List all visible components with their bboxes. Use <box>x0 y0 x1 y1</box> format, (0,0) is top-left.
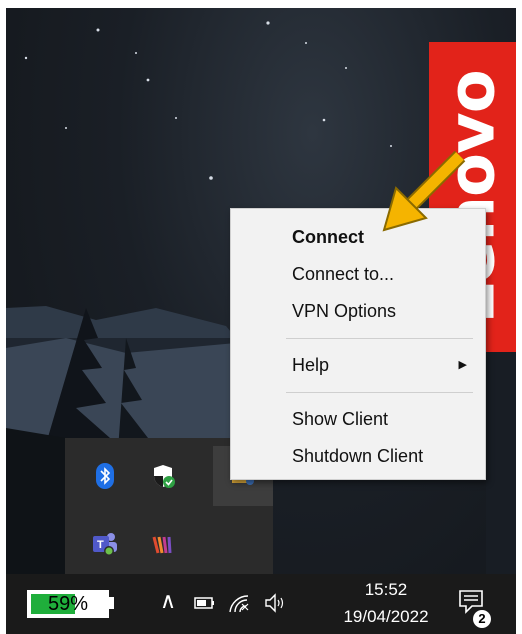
desktop-screenshot: Lenovo T Connect Connect to... VPN Optio… <box>6 8 516 634</box>
menu-item-shutdown-client[interactable]: Shutdown Client <box>231 438 485 475</box>
menu-item-label: Help <box>292 355 330 375</box>
annotation-arrow-icon <box>382 150 466 232</box>
menu-item-show-client[interactable]: Show Client <box>231 401 485 438</box>
vpn-context-menu: Connect Connect to... VPN Options Help ▶… <box>230 208 486 480</box>
battery-indicator[interactable]: 59% <box>27 590 109 618</box>
menu-separator <box>286 338 473 339</box>
menu-separator <box>286 392 473 393</box>
wifi-icon[interactable] <box>228 594 250 619</box>
notification-count-badge: 2 <box>473 610 491 628</box>
bluetooth-icon[interactable] <box>85 456 125 496</box>
menu-item-help[interactable]: Help ▶ <box>231 347 485 384</box>
taskbar: 59% ∧ 15:52 19/04/2022 2 <box>6 574 516 634</box>
submenu-arrow-icon: ▶ <box>458 359 467 371</box>
menu-item-label: Shutdown Client <box>292 446 424 466</box>
windows-security-icon[interactable] <box>143 456 183 496</box>
menu-item-label: Show Client <box>292 409 389 429</box>
menu-item-vpn-options[interactable]: VPN Options <box>231 293 485 330</box>
battery-percent: 59% <box>47 593 89 615</box>
volume-icon[interactable] <box>263 592 289 619</box>
show-hidden-icons-chevron-icon[interactable]: ∧ <box>160 588 176 614</box>
battery-tip <box>109 597 114 609</box>
battery-status-icon[interactable] <box>194 596 216 615</box>
menu-item-label: Connect <box>292 227 364 247</box>
clock-date[interactable]: 19/04/2022 <box>321 607 451 627</box>
menu-item-label: Connect to... <box>292 264 395 284</box>
teams-icon[interactable]: T <box>85 524 125 564</box>
menu-item-connect-to[interactable]: Connect to... <box>231 256 485 293</box>
menu-item-label: VPN Options <box>292 301 397 321</box>
winzip-icon[interactable] <box>143 524 183 564</box>
clock-time[interactable]: 15:52 <box>341 580 431 600</box>
svg-text:T: T <box>97 539 104 551</box>
